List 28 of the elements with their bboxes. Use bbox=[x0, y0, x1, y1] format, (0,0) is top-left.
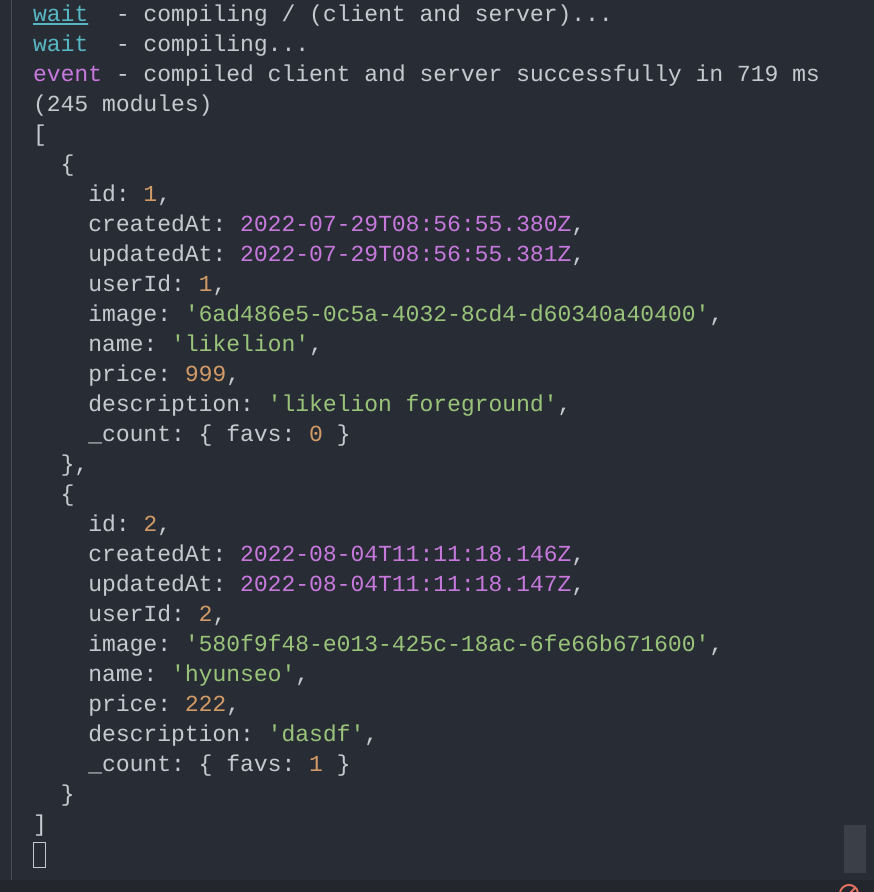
terminal-line: id: 2, bbox=[87, 511, 172, 540]
terminal-line: userId: 1, bbox=[87, 271, 226, 300]
terminal-line: createdAt: 2022-08-04T11:11:18.146Z, bbox=[87, 541, 586, 570]
terminal-line: [ bbox=[33, 121, 47, 150]
terminal-line: }, bbox=[60, 451, 88, 480]
terminal-line: description: 'dasdf', bbox=[87, 721, 378, 750]
terminal-line: price: 999, bbox=[87, 361, 240, 390]
terminal-line: price: 222, bbox=[87, 691, 240, 720]
terminal-line: description: 'likelion foreground', bbox=[87, 391, 572, 420]
terminal-line: updatedAt: 2022-08-04T11:11:18.147Z, bbox=[87, 571, 586, 600]
terminal-line: ] bbox=[33, 811, 47, 840]
terminal-line: createdAt: 2022-07-29T08:56:55.380Z, bbox=[87, 211, 586, 240]
terminal-line: event - compiled client and server successfully in 719 ms bbox=[33, 61, 820, 90]
terminal-line: updatedAt: 2022-07-29T08:56:55.381Z, bbox=[87, 241, 586, 270]
terminal-line: userId: 2, bbox=[87, 601, 226, 630]
terminal-line: wait - compiling... bbox=[33, 31, 310, 60]
terminal-line: } bbox=[60, 781, 74, 810]
terminal-line: wait - compiling / (client and server)... bbox=[33, 1, 613, 30]
terminal-line: name: 'likelion', bbox=[87, 331, 323, 360]
terminal-line: { bbox=[60, 151, 74, 180]
terminal-line: (245 modules) bbox=[33, 91, 212, 120]
terminal-line: _count: { favs: 0 } bbox=[87, 421, 350, 450]
terminal-line: image: '580f9f48-e013-425c-18ac-6fe66b671600', bbox=[87, 631, 724, 660]
terminal-line: _count: { favs: 1 } bbox=[87, 751, 350, 780]
terminal-line: name: 'hyunseo', bbox=[87, 661, 310, 690]
terminal-line: id: 1, bbox=[87, 181, 172, 210]
terminal-line: { bbox=[60, 481, 74, 510]
terminal-line: image: '6ad486e5-0c5a-4032-8cd4-d60340a40400', bbox=[87, 301, 724, 330]
